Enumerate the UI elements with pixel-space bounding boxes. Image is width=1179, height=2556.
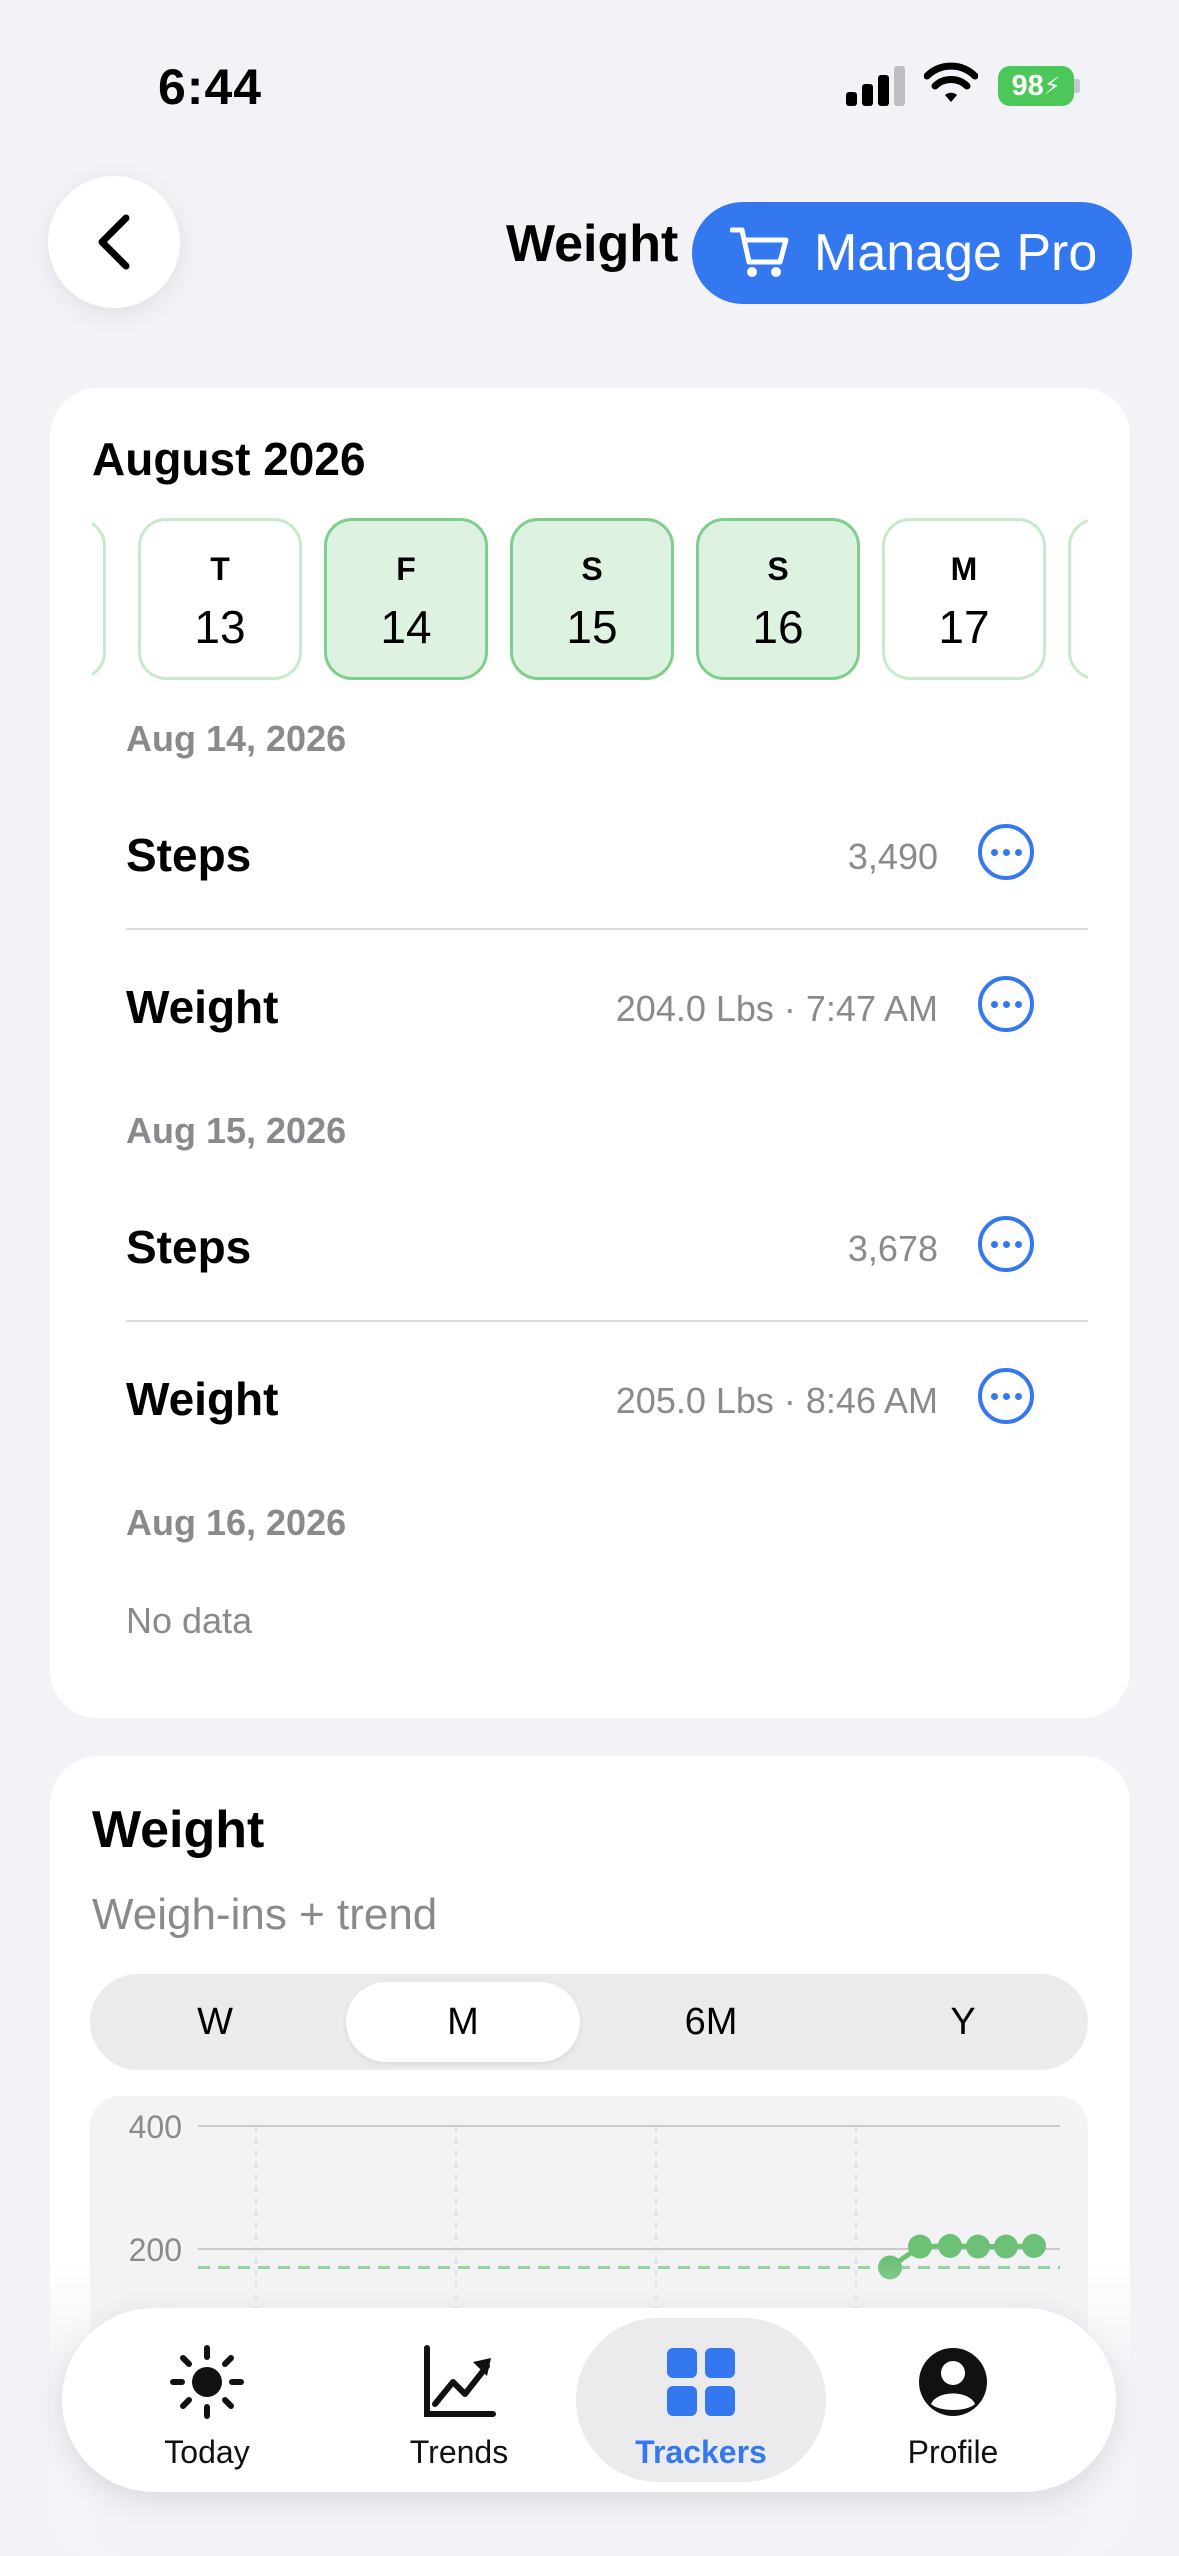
day-chip-selected[interactable]: S 15 [510,518,674,680]
wifi-icon [924,62,978,102]
weight-data-point [908,2234,932,2259]
y-tick-label: 400 [129,2109,182,2145]
day-chip-partial[interactable] [92,518,106,680]
log-row-steps[interactable]: Steps 3,490 [126,778,1088,928]
range-m[interactable]: M [346,1982,580,2062]
log-row-weight[interactable]: Weight 204.0 Lbs · 7:47 AM [126,930,1088,1080]
day-chip[interactable]: T 13 [138,518,302,680]
row-value: 3,490 [847,836,938,877]
tab-label: Profile [907,2434,999,2470]
range-6m[interactable]: 6M [594,1982,828,2062]
log-row-weight[interactable]: Weight 205.0 Lbs · 8:46 AM [126,1322,1088,1472]
status-time: 6:44 [158,59,263,115]
battery-level: 98 [1011,69,1044,102]
weight-data-point [1022,2233,1046,2258]
row-label: Weight [126,981,279,1033]
manage-pro-label: Manage Pro [814,224,1098,282]
day-number: 15 [566,601,618,653]
weight-data-point [966,2234,990,2259]
back-button[interactable] [48,176,180,308]
status-bar: 6:44 98 ⚡ [0,0,1179,170]
chevron-left-icon [98,214,130,270]
tab-today[interactable]: Today [82,2318,332,2482]
day-letter: M [950,551,978,587]
day-chip-selected[interactable]: F 14 [324,518,488,680]
no-data-text: No data [126,1600,253,1641]
row-value: 204.0 Lbs · 7:47 AM [615,988,938,1029]
day-chip-partial[interactable] [1068,518,1088,680]
row-value: 3,678 [847,1228,938,1269]
range-y[interactable]: Y [846,1982,1080,2062]
day-chip-selected[interactable]: S 16 [696,518,860,680]
page-title: Weight [506,215,679,273]
weight-card-title: Weight [92,1801,265,1859]
more-icon[interactable] [978,1368,1034,1424]
grid-icon [667,2348,735,2416]
battery-icon: 98 ⚡ [998,66,1080,106]
weight-data-point [994,2234,1018,2259]
tab-bar: Today Trends Trackers Profile [62,2308,1116,2492]
manage-pro-button[interactable]: Manage Pro [692,202,1132,304]
tab-label: Trackers [635,2434,767,2470]
tab-label: Trends [409,2434,509,2470]
more-icon[interactable] [978,976,1034,1032]
more-icon[interactable] [978,1216,1034,1272]
weight-data-point [938,2233,962,2258]
trend-chart-icon [424,2345,496,2417]
row-label: Weight [126,1373,279,1425]
month-title: August 2026 [92,433,366,485]
date-header: Aug 14, 2026 [126,718,347,759]
cart-icon [730,227,789,277]
day-chip[interactable]: M 17 [882,518,1046,680]
day-letter: T [210,551,230,587]
day-strip[interactable]: T 13 F 14 S 15 S 16 M 17 [92,518,1088,684]
day-letter: S [767,551,789,587]
day-number: 14 [380,601,432,653]
row-value: 205.0 Lbs · 8:46 AM [615,1380,938,1421]
range-w[interactable]: W [98,1982,332,2062]
day-number: 13 [194,601,246,653]
range-segmented-control[interactable]: W M 6M Y [90,1974,1088,2070]
day-number: 16 [752,601,804,653]
tab-profile[interactable]: Profile [828,2318,1078,2482]
cellular-signal-icon [846,66,906,106]
day-letter: S [581,551,603,587]
row-label: Steps [126,1221,252,1273]
tab-label: Today [164,2434,250,2470]
tab-trends[interactable]: Trends [334,2318,584,2482]
sun-icon [170,2345,244,2419]
date-header: Aug 16, 2026 [126,1502,347,1543]
log-row-steps[interactable]: Steps 3,678 [126,1170,1088,1320]
tab-trackers[interactable]: Trackers [576,2318,826,2482]
daily-log-card: August 2026 T 13 F 14 S 15 S 16 M 17 Aug… [50,388,1130,1718]
day-number: 17 [938,601,990,653]
row-label: Steps [126,829,252,881]
day-letter: F [396,551,416,587]
more-icon[interactable] [978,824,1034,880]
weight-card-subtitle: Weigh-ins + trend [92,1890,438,1939]
person-circle-icon [919,2348,987,2416]
date-header: Aug 15, 2026 [126,1110,347,1151]
